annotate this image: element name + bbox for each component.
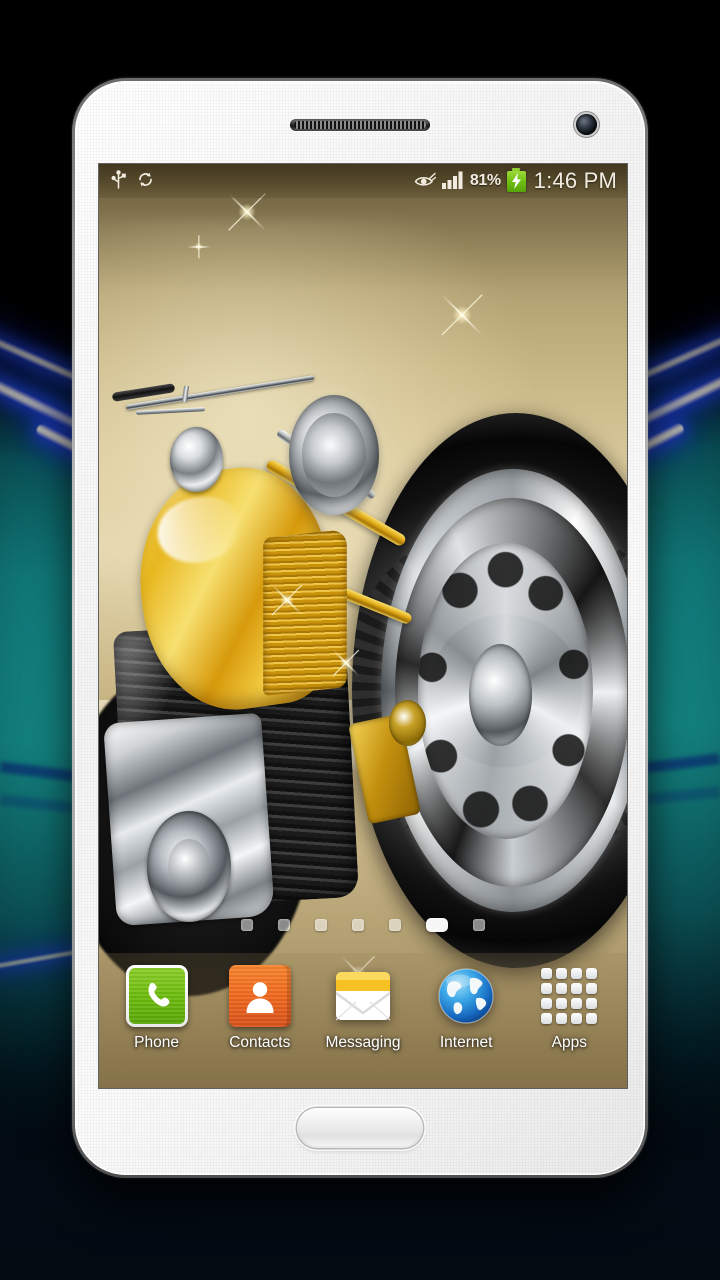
page-dot-5[interactable] bbox=[389, 919, 401, 931]
apps-grid-icon[interactable] bbox=[538, 965, 600, 1027]
motorcycle-wheel-hub bbox=[468, 644, 532, 747]
earpiece-speaker-icon bbox=[290, 119, 430, 131]
smartphone-device: 81% 1:46 PM Phone Contacts Messaging Int… bbox=[72, 78, 648, 1178]
home-screen-wallpaper bbox=[99, 164, 627, 1088]
status-bar: 81% 1:46 PM bbox=[99, 164, 627, 198]
home-button[interactable] bbox=[297, 1108, 423, 1148]
smart-stay-eye-icon bbox=[414, 172, 437, 191]
page-dot-3[interactable] bbox=[315, 919, 327, 931]
motorcycle-mirror bbox=[170, 427, 224, 492]
phone-handset-icon[interactable] bbox=[125, 965, 188, 1027]
dock-label-internet: Internet bbox=[439, 1034, 493, 1051]
battery-charging-icon bbox=[506, 170, 526, 192]
home-screen-dock: Phone Contacts Messaging Internet Apps bbox=[99, 953, 627, 1088]
status-bar-left-group bbox=[111, 170, 154, 192]
motorcycle-illustration bbox=[99, 164, 627, 1088]
dock-label-messaging: Messaging bbox=[325, 1034, 401, 1051]
dock-label-contacts: Contacts bbox=[229, 1034, 291, 1051]
page-dot-6-active[interactable] bbox=[426, 918, 448, 932]
battery-percent-label: 81% bbox=[469, 172, 501, 189]
dock-item-apps[interactable]: Apps bbox=[521, 965, 617, 1052]
motorcycle-radiator-grille bbox=[262, 528, 347, 696]
page-dot-1[interactable] bbox=[241, 919, 253, 931]
dock-label-apps: Apps bbox=[551, 1034, 588, 1051]
phone-screen[interactable]: 81% 1:46 PM Phone Contacts Messaging Int… bbox=[99, 164, 627, 1088]
page-indicator[interactable] bbox=[99, 918, 627, 932]
motorcycle-brake-lever bbox=[135, 407, 205, 415]
globe-icon[interactable] bbox=[435, 965, 497, 1027]
status-bar-clock: 1:46 PM bbox=[533, 168, 617, 193]
status-bar-right-group: 81% 1:46 PM bbox=[414, 168, 617, 194]
sync-icon bbox=[137, 171, 154, 191]
page-dot-2[interactable] bbox=[278, 919, 290, 931]
dock-item-phone[interactable]: Phone bbox=[109, 965, 205, 1052]
usb-icon bbox=[111, 170, 126, 192]
dock-item-contacts[interactable]: Contacts bbox=[212, 965, 308, 1052]
motorcycle-chrome-ring-inner bbox=[167, 838, 210, 894]
phone-body: 81% 1:46 PM Phone Contacts Messaging Int… bbox=[75, 81, 645, 1175]
contacts-person-icon[interactable] bbox=[228, 965, 291, 1027]
signal-bars-icon bbox=[441, 171, 464, 192]
dock-label-phone: Phone bbox=[134, 1034, 179, 1051]
page-dot-4[interactable] bbox=[352, 919, 364, 931]
dock-item-messaging[interactable]: Messaging bbox=[315, 965, 411, 1052]
motorcycle-headlight-lens bbox=[302, 413, 366, 497]
envelope-icon[interactable] bbox=[332, 965, 394, 1027]
front-camera-icon bbox=[576, 114, 597, 135]
page-dot-7[interactable] bbox=[473, 919, 485, 931]
dock-item-internet[interactable]: Internet bbox=[418, 965, 514, 1052]
